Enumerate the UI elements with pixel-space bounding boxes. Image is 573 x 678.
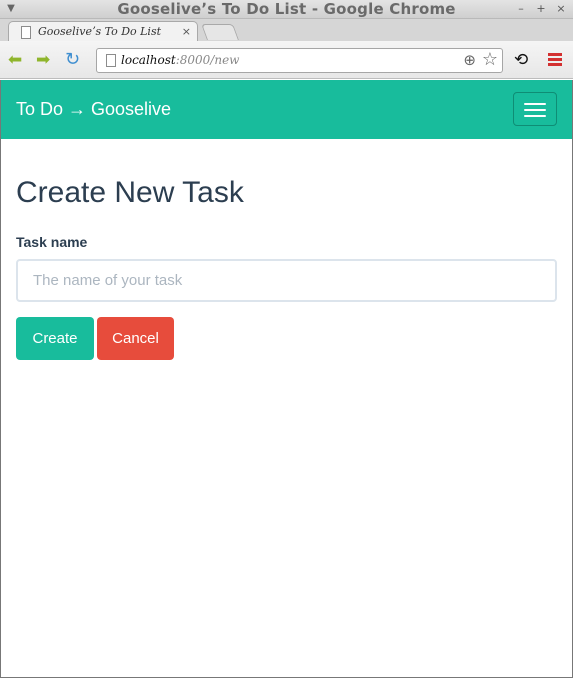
tab-strip: Gooseliveʼs To Do List × (0, 19, 573, 42)
reload-icon[interactable]: ↻ (65, 50, 80, 70)
close-window-button[interactable]: × (553, 2, 569, 17)
hamburger-bar (524, 115, 546, 117)
extension-icon[interactable]: ⟲ (514, 50, 528, 70)
hamburger-bar (524, 103, 546, 105)
tab-active[interactable]: Gooseliveʼs To Do List × (8, 21, 198, 42)
address-bar[interactable]: localhost:8000/new ⊕ ☆ (96, 48, 503, 73)
create-button[interactable]: Create (16, 317, 94, 360)
page-icon (21, 26, 31, 39)
back-arrow-icon[interactable]: ⬅ (8, 50, 22, 70)
navbar-brand[interactable]: To Do → Gooselive (16, 80, 171, 139)
hamburger-bar (524, 109, 546, 111)
bookmark-star-icon[interactable]: ☆ (482, 50, 498, 70)
maximize-button[interactable]: + (533, 2, 549, 17)
tab-close-icon[interactable]: × (182, 22, 191, 42)
page-icon (106, 54, 116, 67)
navbar-toggle-button[interactable] (513, 92, 557, 126)
cancel-button[interactable]: Cancel (97, 317, 174, 360)
window-controls: – + × (513, 2, 569, 17)
window-title: Gooseliveʼs To Do List - Google Chrome (117, 0, 456, 18)
chrome-menu-icon[interactable] (548, 53, 562, 68)
new-tab-button[interactable] (201, 24, 239, 40)
window-titlebar: ▼ Gooseliveʼs To Do List - Google Chrome… (0, 0, 573, 19)
browser-toolbar: ⬅ ➡ ↻ localhost:8000/new ⊕ ☆ ⟲ (0, 41, 573, 79)
page-title: Create New Task (16, 176, 244, 209)
url-host: localhost (121, 53, 176, 67)
task-name-input[interactable] (16, 259, 557, 302)
forward-arrow-icon[interactable]: ➡ (36, 50, 50, 70)
url-path: :8000/new (175, 53, 240, 67)
zoom-icon[interactable]: ⊕ (463, 51, 476, 70)
task-name-label: Task name (16, 234, 88, 250)
tab-title: Gooseliveʼs To Do List (38, 25, 162, 38)
minimize-button[interactable]: – (513, 2, 529, 17)
navbar: To Do → Gooselive (1, 80, 572, 139)
page-viewport: To Do → Gooselive Create New Task Task n… (0, 80, 573, 678)
url-text[interactable]: localhost:8000/new (121, 49, 239, 72)
